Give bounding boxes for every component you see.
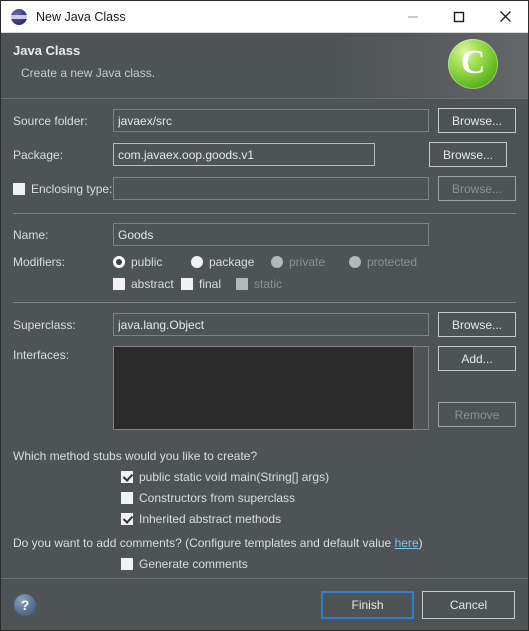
modifier-public-label: public <box>131 255 163 269</box>
java-class-banner-icon: C <box>428 33 528 98</box>
stub-inherited-abstract[interactable]: Inherited abstract methods <box>121 512 516 526</box>
stub-constructors-label: Constructors from superclass <box>139 491 296 505</box>
modifiers-label: Modifiers: <box>13 255 66 269</box>
modifier-package-label: package <box>209 255 255 269</box>
main-method-checkbox[interactable] <box>121 471 133 483</box>
source-folder-label: Source folder: <box>13 113 88 128</box>
modifiers-flags-row: abstract final static <box>13 277 516 291</box>
public-radio[interactable] <box>113 256 125 268</box>
enclosing-type-input[interactable] <box>113 177 429 200</box>
cancel-button[interactable]: Cancel <box>422 590 515 619</box>
banner-letter: C <box>460 43 486 81</box>
inherited-abstract-checkbox[interactable] <box>121 513 133 525</box>
interfaces-list[interactable] <box>113 346 429 430</box>
class-name-input[interactable] <box>113 223 429 246</box>
interfaces-buttons: Add... Remove <box>438 346 516 438</box>
interfaces-add-button[interactable]: Add... <box>438 346 516 371</box>
modifier-final[interactable]: final <box>181 277 236 291</box>
static-checkbox <box>236 278 248 290</box>
package-radio[interactable] <box>191 256 203 268</box>
close-button[interactable] <box>482 1 528 32</box>
minimize-button[interactable] <box>390 1 436 32</box>
page-title: Java Class <box>13 43 81 58</box>
abstract-checkbox[interactable] <box>113 278 125 290</box>
private-radio <box>271 256 283 268</box>
interfaces-list-scrollbar[interactable] <box>413 347 428 429</box>
superclass-input[interactable] <box>113 313 429 336</box>
eclipse-icon <box>11 8 27 25</box>
interfaces-row: Interfaces: Add... Remove <box>13 346 516 438</box>
stub-main-method[interactable]: public static void main(String[] args) <box>121 470 516 484</box>
superclass-row: Superclass: Browse... <box>13 312 516 337</box>
configure-templates-link[interactable]: here <box>395 536 419 550</box>
modifier-private-label: private <box>289 255 326 269</box>
comments-question: Do you want to add comments? (Configure … <box>13 536 516 550</box>
generate-comments-label: Generate comments <box>139 557 248 571</box>
section-divider-2 <box>13 302 516 303</box>
new-java-class-dialog: New Java Class Java Class Create a new J… <box>0 0 529 631</box>
protected-radio <box>349 256 361 268</box>
enclosing-type-label: Enclosing type: <box>31 181 113 196</box>
modifiers-access-row: Modifiers: public package private protec… <box>13 255 516 269</box>
modifier-private: private <box>271 255 349 269</box>
stub-constructors[interactable]: Constructors from superclass <box>121 491 516 505</box>
section-divider-1 <box>13 213 516 214</box>
superclass-browse-button[interactable]: Browse... <box>438 312 516 337</box>
page-description: Create a new Java class. <box>21 66 156 80</box>
enclosing-type-checkbox[interactable] <box>13 182 25 195</box>
window-title: New Java Class <box>36 9 126 24</box>
source-folder-input[interactable] <box>113 109 429 132</box>
modifier-public[interactable]: public <box>113 255 191 269</box>
name-row: Name: <box>13 223 516 246</box>
help-icon[interactable]: ? <box>14 593 36 616</box>
enclosing-type-browse-button: Browse... <box>438 176 516 201</box>
generate-comments-option[interactable]: Generate comments <box>121 557 516 571</box>
title-bar: New Java Class <box>1 1 528 33</box>
generate-comments-checkbox[interactable] <box>121 558 133 570</box>
dialog-body: Source folder: Browse... Package: Browse… <box>1 108 528 571</box>
modifier-final-label: final <box>199 277 222 291</box>
constructors-checkbox[interactable] <box>121 492 133 504</box>
modifier-protected: protected <box>349 255 417 269</box>
modifier-abstract[interactable]: abstract <box>113 277 181 291</box>
source-folder-row: Source folder: Browse... <box>13 108 516 133</box>
source-folder-browse-button[interactable]: Browse... <box>438 108 516 133</box>
modifier-package[interactable]: package <box>191 255 271 269</box>
stub-main-method-label: public static void main(String[] args) <box>139 470 330 484</box>
name-label: Name: <box>13 227 49 242</box>
interfaces-remove-button: Remove <box>438 402 516 427</box>
package-browse-button[interactable]: Browse... <box>429 142 507 167</box>
interfaces-label: Interfaces: <box>13 348 70 362</box>
final-checkbox[interactable] <box>181 278 193 290</box>
modifier-abstract-label: abstract <box>131 277 174 291</box>
comments-question-suffix: ) <box>418 536 423 550</box>
dialog-banner: Java Class Create a new Java class. C <box>1 33 528 99</box>
superclass-label: Superclass: <box>13 317 76 332</box>
method-stubs-question: Which method stubs would you like to cre… <box>13 449 258 463</box>
maximize-button[interactable] <box>436 1 482 32</box>
package-row: Package: Browse... <box>13 142 516 167</box>
package-input[interactable] <box>113 143 375 166</box>
dialog-footer: ? Finish Cancel <box>1 578 528 630</box>
package-label: Package: <box>13 147 64 162</box>
modifier-protected-label: protected <box>367 255 418 269</box>
enclosing-type-row: Enclosing type: Browse... <box>13 176 516 201</box>
modifier-static: static <box>236 277 282 291</box>
comments-question-prefix: Do you want to add comments? (Configure … <box>13 536 395 550</box>
modifier-static-label: static <box>254 277 283 291</box>
enclosing-type-label-group: Enclosing type: <box>13 182 113 196</box>
finish-button[interactable]: Finish <box>321 590 414 619</box>
stub-inherited-abstract-label: Inherited abstract methods <box>139 512 282 526</box>
